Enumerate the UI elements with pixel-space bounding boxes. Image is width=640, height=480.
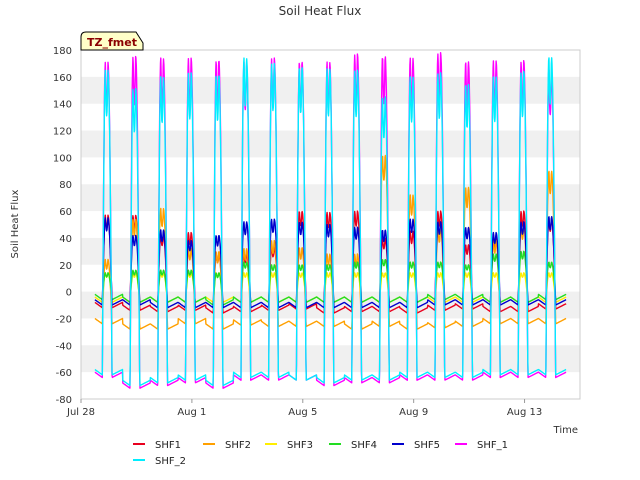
y-tick-label: 40 — [59, 234, 72, 245]
x-tick-label: Aug 9 — [399, 407, 428, 418]
x-tick-label: Aug 5 — [288, 407, 317, 418]
grid-band — [81, 130, 580, 158]
grid-band — [81, 184, 580, 212]
legend-label-shf4: SHF4 — [351, 440, 377, 451]
y-tick-label: 80 — [59, 180, 72, 191]
y-tick-label: 0 — [66, 288, 72, 299]
y-tick-label: 20 — [59, 261, 72, 272]
site-badge: TZ_fmet — [80, 31, 144, 51]
y-axis-ticks: -80 -60 -40 -20 0 20 40 60 80 100 120 140 160 180 — [53, 46, 72, 406]
y-tick-label: -40 — [56, 341, 72, 352]
soil-heat-flux-chart: -80 -60 -40 -20 0 20 40 60 80 100 120 140 160 180 Jul… — [10, 4, 581, 467]
y-tick-label: -20 — [56, 314, 72, 325]
y-tick-label: 60 — [59, 207, 72, 218]
site-badge-label: TZ_fmet — [87, 36, 137, 49]
legend-label-shf1: SHF1 — [155, 440, 181, 451]
y-tick-label: 100 — [53, 153, 72, 164]
y-tick-label: -80 — [56, 395, 72, 406]
grid-band — [81, 291, 580, 319]
x-axis-ticks: Jul 28 Aug 1 Aug 5 Aug 9 Aug 13 — [66, 399, 542, 418]
chart-title: Soil Heat Flux — [279, 4, 362, 18]
x-tick-label: Aug 1 — [177, 407, 206, 418]
x-axis-title: Time — [553, 425, 578, 436]
y-tick-label: -60 — [56, 368, 72, 379]
legend-label-shf_2: SHF_2 — [155, 456, 186, 467]
grid-band — [81, 345, 580, 373]
x-tick-label: Jul 28 — [66, 407, 95, 418]
legend: SHF1 SHF2 SHF3 SHF4 SHF5 SHF_1 SHF_2 — [133, 440, 508, 467]
y-tick-label: 120 — [53, 127, 72, 138]
legend-label-shf3: SHF3 — [287, 440, 313, 451]
y-tick-label: 140 — [53, 100, 72, 111]
x-tick-label: Aug 13 — [507, 407, 542, 418]
y-axis-title: Soil Heat Flux — [10, 189, 21, 258]
y-tick-label: 160 — [53, 73, 72, 84]
legend-label-shf_1: SHF_1 — [477, 440, 508, 451]
legend-label-shf5: SHF5 — [414, 440, 440, 451]
y-tick-label: 180 — [53, 46, 72, 57]
legend-label-shf2: SHF2 — [225, 440, 251, 451]
